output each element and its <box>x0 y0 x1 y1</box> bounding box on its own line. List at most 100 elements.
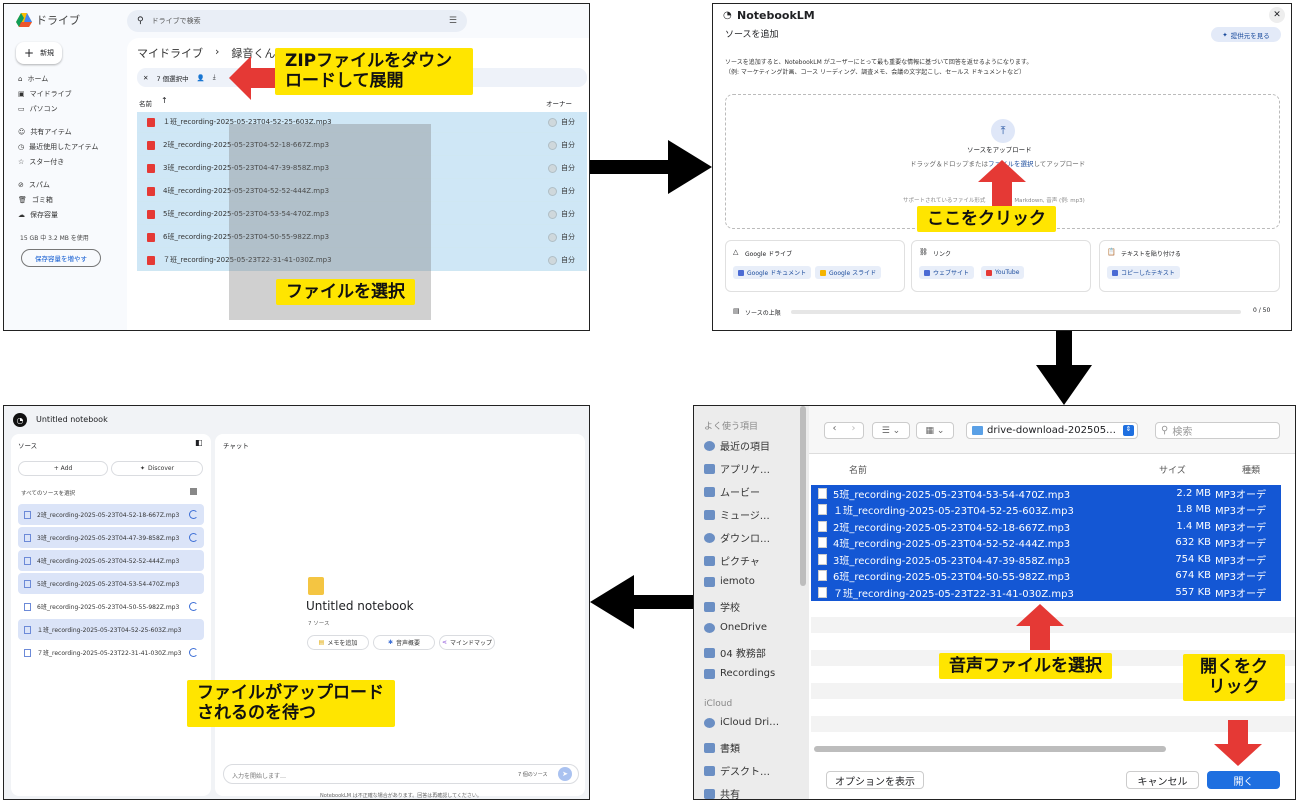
nav-starred[interactable]: ☆ スター付き <box>18 157 64 167</box>
copied-text-chip[interactable]: コピーしたテキスト <box>1107 266 1180 279</box>
google-docs-chip[interactable]: Google ドキュメント <box>733 266 812 279</box>
drive-icon: ▣ <box>18 90 25 98</box>
discover-sources-button[interactable]: ✦ 提供元を見る <box>1211 27 1281 42</box>
sidebar-label: ムービー <box>720 488 760 499</box>
file-row[interactable]: ７班_recording-2025-05-23T22-31-41-030Z.mp… <box>811 584 1281 601</box>
google-slides-chip[interactable]: Google スライド <box>815 266 882 279</box>
notebook-title[interactable]: Untitled notebook <box>36 415 108 424</box>
file-row[interactable]: １班_recording-2025-05-23T04-52-25-603Z.mp… <box>811 501 1281 518</box>
nav-trash[interactable]: 🗑 ゴミ箱 <box>18 195 53 205</box>
sidebar-label: iemoto <box>720 576 755 587</box>
nav-home[interactable]: ⌂ ホーム <box>18 74 48 84</box>
source-item[interactable]: １班_recording-2025-05-23T04-52-25-603Z.mp… <box>18 619 204 640</box>
filter-icon[interactable]: ☰ <box>449 16 457 26</box>
send-icon[interactable]: ➤ <box>558 767 572 781</box>
sidebar-item[interactable]: 最近の項目 <box>704 438 770 453</box>
list-view-button[interactable]: ☰ ⌄ <box>872 422 910 439</box>
nav-computers[interactable]: ▭ パソコン <box>18 104 58 114</box>
sidebar-item[interactable]: アプリケ… <box>704 461 770 476</box>
sidebar-item[interactable]: iCloud Dri… <box>704 717 779 728</box>
source-name: 6班_recording-2025-05-23T04-50-55-982Z.mp… <box>37 604 180 611</box>
sidebar-item[interactable]: 共有 <box>704 786 740 799</box>
search-field[interactable]: ⚲ 検索 <box>1155 422 1280 439</box>
avatar <box>548 255 557 265</box>
sidebar-scrollbar[interactable] <box>800 406 806 586</box>
add-source-button[interactable]: + Add <box>18 461 108 476</box>
sidebar-item[interactable]: 04 教務部 <box>704 645 766 660</box>
collapse-panel-icon[interactable]: ◧ <box>195 438 203 447</box>
file-row[interactable]: 2班_recording-2025-05-23T04-52-18-667Z.mp… <box>811 518 1281 535</box>
column-size[interactable]: サイズ <box>1159 463 1186 476</box>
list-view-icon: ☰ ⌄ <box>881 425 901 436</box>
storage-upgrade-button[interactable]: 保存容量を増やす <box>21 249 101 267</box>
sort-arrow-icon[interactable]: ↑ <box>161 96 168 105</box>
forward-icon[interactable]: › <box>844 423 863 438</box>
sidebar-item[interactable]: iemoto <box>704 576 755 587</box>
upload-icon[interactable]: ⤒ <box>991 119 1015 143</box>
back-forward-buttons[interactable]: ‹ › <box>824 422 864 439</box>
sidebar-item[interactable]: Recordings <box>704 668 775 679</box>
download-icon[interactable]: ⤓ <box>213 73 216 82</box>
sidebar-item[interactable]: 書類 <box>704 740 740 755</box>
source-item[interactable]: ７班_recording-2025-05-23T22-31-41-030Z.mp… <box>18 642 204 663</box>
notebook-screenshot: ◔ Untitled notebook ソース ◧ + Add ✦ Discove… <box>3 405 590 800</box>
select-all-checkbox[interactable] <box>190 488 197 495</box>
website-chip[interactable]: ウェブサイト <box>919 266 975 279</box>
nav-spam[interactable]: ⊘ スパム <box>18 180 50 190</box>
sidebar-item[interactable]: 学校 <box>704 599 740 614</box>
new-button[interactable]: + 新規 <box>16 42 62 64</box>
grid-view-button[interactable]: ▦ ⌄ <box>916 422 954 439</box>
folder-selector[interactable]: drive-download-202505… ⇕ <box>966 422 1138 439</box>
chip-label: Google スライド <box>829 270 877 277</box>
nav-recent[interactable]: ◷ 最近使用したアイテム <box>18 142 98 152</box>
sidebar-item[interactable]: OneDrive <box>704 622 767 633</box>
sidebar-item[interactable]: ミュージ… <box>704 507 770 522</box>
notebooklm-logo-icon: ◔ <box>13 413 27 427</box>
file-row[interactable]: 4班_recording-2025-05-23T04-52-52-444Z.mp… <box>811 534 1281 551</box>
audio-file-icon <box>147 232 155 242</box>
sidebar-label: アプリケ… <box>720 465 770 476</box>
mind-map-button[interactable]: ⋖ マインドマップ <box>439 635 495 650</box>
discover-icon: ✦ <box>139 465 145 472</box>
sidebar-item[interactable]: デスクト… <box>704 763 770 778</box>
google-drive-title: Google ドライブ <box>745 251 793 258</box>
source-item[interactable]: 6班_recording-2025-05-23T04-50-55-982Z.mp… <box>18 596 204 617</box>
horizontal-scrollbar[interactable] <box>814 746 1166 752</box>
chat-input-source-count: 7 個のソース <box>518 772 548 778</box>
discover-button[interactable]: ✦ Discover <box>111 461 203 476</box>
source-item[interactable]: 3班_recording-2025-05-23T04-47-39-858Z.mp… <box>18 527 204 548</box>
close-icon[interactable]: ✕ <box>143 74 148 82</box>
breadcrumb-root[interactable]: マイドライブ <box>137 45 203 61</box>
source-item[interactable]: 2班_recording-2025-05-23T04-52-18-667Z.mp… <box>18 504 204 525</box>
file-row[interactable]: 5班_recording-2025-05-23T04-53-54-470Z.mp… <box>811 485 1281 502</box>
file-size: 632 KB <box>1175 537 1211 549</box>
youtube-chip[interactable]: YouTube <box>981 266 1025 279</box>
source-item[interactable]: 4班_recording-2025-05-23T04-52-52-444Z.mp… <box>18 550 204 571</box>
nav-storage[interactable]: ☁ 保存容量 <box>18 210 58 220</box>
sidebar-item[interactable]: ムービー <box>704 484 760 499</box>
source-limit-count: 0 / 50 <box>1253 307 1271 314</box>
nav-shared[interactable]: ☺ 共有アイテム <box>18 127 72 137</box>
drive-search-bar[interactable]: ⚲ ドライブで検索 ☰ <box>127 10 467 32</box>
column-name[interactable]: 名前 <box>849 463 867 476</box>
cancel-button[interactable]: キャンセル <box>1126 771 1199 789</box>
documents-icon <box>704 742 715 753</box>
chat-header: チャット <box>223 442 249 450</box>
column-kind[interactable]: 種類 <box>1242 463 1260 476</box>
close-icon[interactable]: ✕ <box>1269 7 1285 23</box>
audio-overview-button[interactable]: ✱ 音声概要 <box>373 635 435 650</box>
nav-my-drive[interactable]: ▣ マイドライブ <box>18 89 72 99</box>
desktop-icon <box>704 765 715 776</box>
sidebar-item[interactable]: ダウンロ… <box>704 530 770 545</box>
sidebar-item[interactable]: ピクチャ <box>704 553 760 568</box>
file-row[interactable]: 6班_recording-2025-05-23T04-50-55-982Z.mp… <box>811 567 1281 584</box>
share-icon[interactable]: 👤 <box>197 74 205 82</box>
add-note-button[interactable]: ▤ メモを追加 <box>307 635 369 650</box>
open-button[interactable]: 開く <box>1207 771 1280 789</box>
file-row[interactable]: 3班_recording-2025-05-23T04-47-39-858Z.mp… <box>811 551 1281 568</box>
column-name[interactable]: 名前 <box>139 98 152 108</box>
open-label: 開く <box>1233 776 1254 788</box>
options-button[interactable]: オプションを表示 <box>826 771 924 789</box>
source-item[interactable]: 5班_recording-2025-05-23T04-53-54-470Z.mp… <box>18 573 204 594</box>
back-icon[interactable]: ‹ <box>825 423 844 438</box>
